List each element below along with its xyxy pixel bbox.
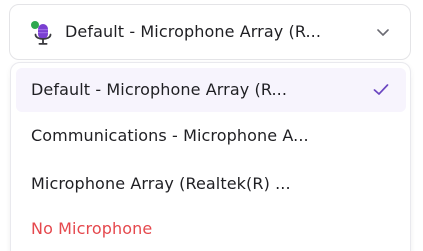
check-icon [373,84,389,95]
microphone-dropdown-menu: Default - Microphone Array (R... Communi… [10,62,411,251]
menu-item-label: Microphone Array (Realtek(R) ... [31,174,291,193]
menu-item-label: Default - Microphone Array (R... [31,80,288,99]
microphone-icon [31,21,52,45]
menu-item-label: Communications - Microphone A... [31,126,309,145]
chevron-down-icon[interactable] [376,26,390,38]
menu-item-microphone-array-realtek[interactable]: Microphone Array (Realtek(R) ... [16,162,406,206]
microphone-select: Default - Microphone Array (R... Default… [0,0,423,251]
menu-item-communications-microphone[interactable]: Communications - Microphone A... [16,114,406,158]
menu-item-no-microphone[interactable]: No Microphone [16,207,406,251]
menu-item-default-microphone-array[interactable]: Default - Microphone Array (R... [16,68,406,112]
selected-device-label: Default - Microphone Array (R... [65,22,322,41]
menu-item-label: No Microphone [31,219,153,238]
microphone-select-trigger[interactable]: Default - Microphone Array (R... [9,4,411,60]
